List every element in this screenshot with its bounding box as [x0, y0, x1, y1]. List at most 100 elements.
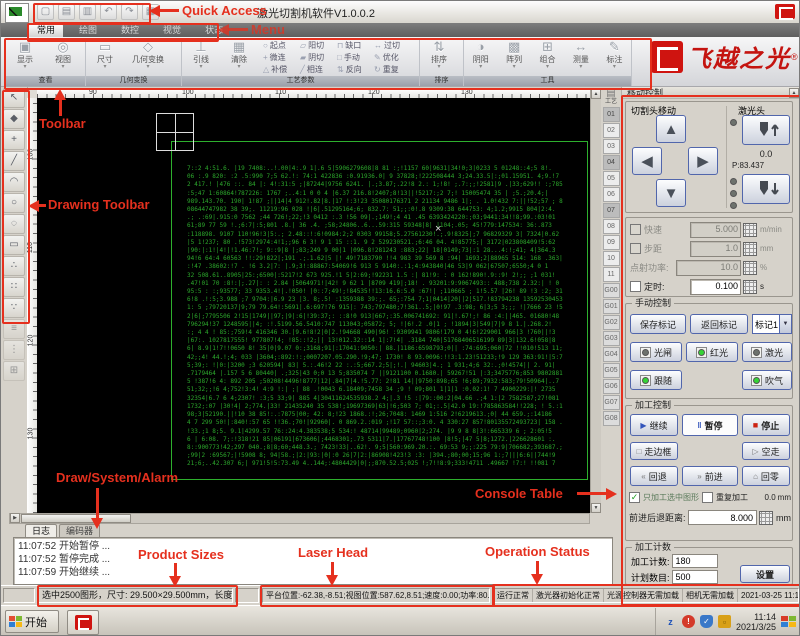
- ribbon-button-measure[interactable]: ↔测量▾: [564, 39, 597, 71]
- log-tab-0[interactable]: 日志: [25, 524, 57, 537]
- ribbon-button-combine[interactable]: ⊞组合▾: [531, 39, 564, 71]
- set-button[interactable]: 设置: [740, 565, 790, 583]
- alert-icon[interactable]: !: [682, 615, 695, 628]
- start-button[interactable]: 开始: [5, 610, 59, 633]
- ribbon-button-zoom[interactable]: ◎视图▾: [44, 39, 82, 71]
- ribbon-small-optimize[interactable]: ✎优化: [373, 51, 410, 63]
- redo-icon[interactable]: ↷: [121, 4, 138, 20]
- menu-tab-3[interactable]: 视觉: [155, 24, 189, 37]
- toggle-1-button[interactable]: 红光: [686, 342, 738, 362]
- param-field-3[interactable]: 0.100: [690, 279, 741, 295]
- keypad-icon[interactable]: [759, 511, 773, 525]
- jog-right-button[interactable]: ▶: [688, 147, 718, 175]
- toggle-2-button[interactable]: 激光: [742, 342, 792, 362]
- canvas-vscrollbar[interactable]: ▲ ▼: [590, 89, 601, 513]
- jog-left-button[interactable]: ◀: [632, 147, 662, 175]
- menu-tab-2[interactable]: 数控: [113, 24, 147, 37]
- continue-button[interactable]: ▶继续: [630, 414, 678, 436]
- tool-ellipse[interactable]: ◌: [3, 214, 25, 234]
- scroll-down-icon[interactable]: ▼: [591, 503, 601, 513]
- only-selected-checkbox[interactable]: ✓: [629, 492, 640, 503]
- layer-button-07[interactable]: 07: [603, 203, 620, 218]
- ribbon-small-connect[interactable]: ╱相连: [299, 63, 336, 75]
- tool-select[interactable]: ↖: [3, 88, 25, 108]
- home-button[interactable]: ⌂回零: [742, 466, 790, 486]
- layer-button-G00[interactable]: G00: [603, 283, 620, 298]
- ribbon-small-outer-cut[interactable]: ▱阳切: [299, 39, 336, 51]
- layer-button-06[interactable]: 06: [603, 187, 620, 202]
- chevron-down-icon[interactable]: ▼: [779, 315, 791, 333]
- tool-scatter-1[interactable]: ∴: [3, 256, 25, 276]
- mark-select[interactable]: 标记1 ▼: [752, 314, 792, 334]
- ribbon-small-reverse[interactable]: ⇅反向: [336, 63, 373, 75]
- layer-button-G08[interactable]: G08: [603, 411, 620, 426]
- param-checkbox-1[interactable]: [630, 243, 641, 254]
- layer-button-03[interactable]: 03: [603, 139, 620, 154]
- shield-icon[interactable]: ✓: [700, 615, 713, 628]
- stop-button[interactable]: ■停止: [742, 414, 790, 436]
- ribbon-small-micro-joint[interactable]: +微连: [262, 51, 299, 63]
- undo-icon[interactable]: ↶: [100, 4, 117, 20]
- ribbon-button-clear[interactable]: ▦清除▾: [220, 39, 258, 71]
- layer-button-02[interactable]: 02: [603, 123, 620, 138]
- layer-button-G01[interactable]: G01: [603, 299, 620, 314]
- ribbon-button-yin-yang[interactable]: ◑阴阳▾: [464, 39, 497, 71]
- tool-point[interactable]: +: [3, 130, 25, 150]
- ribbon-small-inner-cut[interactable]: ▰阴切: [299, 51, 336, 63]
- tool-line[interactable]: ╱: [3, 151, 25, 171]
- keypad-icon[interactable]: [743, 261, 757, 275]
- param-checkbox-3[interactable]: [630, 281, 641, 292]
- layer-button-05[interactable]: 05: [603, 171, 620, 186]
- layer-button-08[interactable]: 08: [603, 219, 620, 234]
- keypad-icon[interactable]: [743, 242, 757, 256]
- open-icon[interactable]: ▤: [58, 4, 75, 20]
- param-checkbox-0[interactable]: [630, 224, 641, 235]
- save-mark-button[interactable]: 保存标记: [630, 314, 686, 334]
- taskbar-clock[interactable]: 11:14 2021/3/25: [736, 612, 776, 632]
- tool-tool-14[interactable]: ⊞: [3, 361, 25, 381]
- layer-button-10[interactable]: 10: [603, 251, 620, 266]
- layer-button-G02[interactable]: G02: [603, 315, 620, 330]
- tool-arc[interactable]: ◠: [3, 172, 25, 192]
- menu-tab-1[interactable]: 绘图: [71, 24, 105, 37]
- lock-icon[interactable]: ▫: [718, 615, 731, 628]
- ribbon-button-lead-line[interactable]: ⊥引线▾: [182, 39, 220, 71]
- ribbon-small-repeat[interactable]: ↻重复: [373, 63, 410, 75]
- forward-button[interactable]: »前进: [682, 466, 738, 486]
- console-scroll-up-icon[interactable]: ▲: [789, 88, 799, 98]
- keypad-icon[interactable]: [743, 223, 757, 237]
- tool-scatter-3[interactable]: ∵: [3, 298, 25, 318]
- ribbon-small-compensation[interactable]: △补偿: [262, 63, 299, 75]
- layer-button-G03[interactable]: G03: [603, 331, 620, 346]
- layer-button-09[interactable]: 09: [603, 235, 620, 250]
- pause-button[interactable]: ‖暂停: [682, 414, 738, 436]
- tool-tool-12[interactable]: ≡: [3, 319, 25, 339]
- jog-down-button[interactable]: ▼: [656, 179, 686, 207]
- menu-tab-0[interactable]: 常用: [29, 24, 63, 37]
- tool-scatter-2[interactable]: ∷: [3, 277, 25, 297]
- ribbon-button-dimension[interactable]: ▭尺寸▾: [86, 39, 124, 71]
- ribbon-button-array[interactable]: ▩阵列▾: [497, 39, 530, 71]
- tool-rect[interactable]: ▭: [3, 235, 25, 255]
- save-icon[interactable]: ▥: [79, 4, 96, 20]
- layer-button-G04[interactable]: G04: [603, 347, 620, 362]
- return-mark-button[interactable]: 返回标记: [690, 314, 748, 334]
- backward-button[interactable]: «回退: [630, 466, 678, 486]
- toggle-3-button[interactable]: 跟随: [630, 370, 682, 390]
- layer-button-01[interactable]: 01: [603, 107, 620, 122]
- layer-button-G06[interactable]: G06: [603, 379, 620, 394]
- tool-circle[interactable]: ○: [3, 193, 25, 213]
- ribbon-button-sort[interactable]: ⇅排序▾: [420, 39, 458, 71]
- ribbon-small-manual[interactable]: □手动: [336, 51, 373, 63]
- ribbon-small-notch[interactable]: ⊓缺口: [336, 39, 373, 51]
- ribbon-small-over-cut[interactable]: ↔过切: [373, 39, 410, 51]
- tool-tool-13[interactable]: ⋮: [3, 340, 25, 360]
- ribbon-button-annotate[interactable]: ✎标注▾: [598, 39, 631, 71]
- layer-button-G07[interactable]: G07: [603, 395, 620, 410]
- scrollbar-thumb[interactable]: [21, 514, 131, 523]
- count-input[interactable]: [672, 554, 718, 568]
- layer-button-G05[interactable]: G05: [603, 363, 620, 378]
- tool-shape[interactable]: ◆: [3, 109, 25, 129]
- layer-button-04[interactable]: 04: [603, 155, 620, 170]
- scroll-right-icon[interactable]: ▶: [10, 513, 20, 523]
